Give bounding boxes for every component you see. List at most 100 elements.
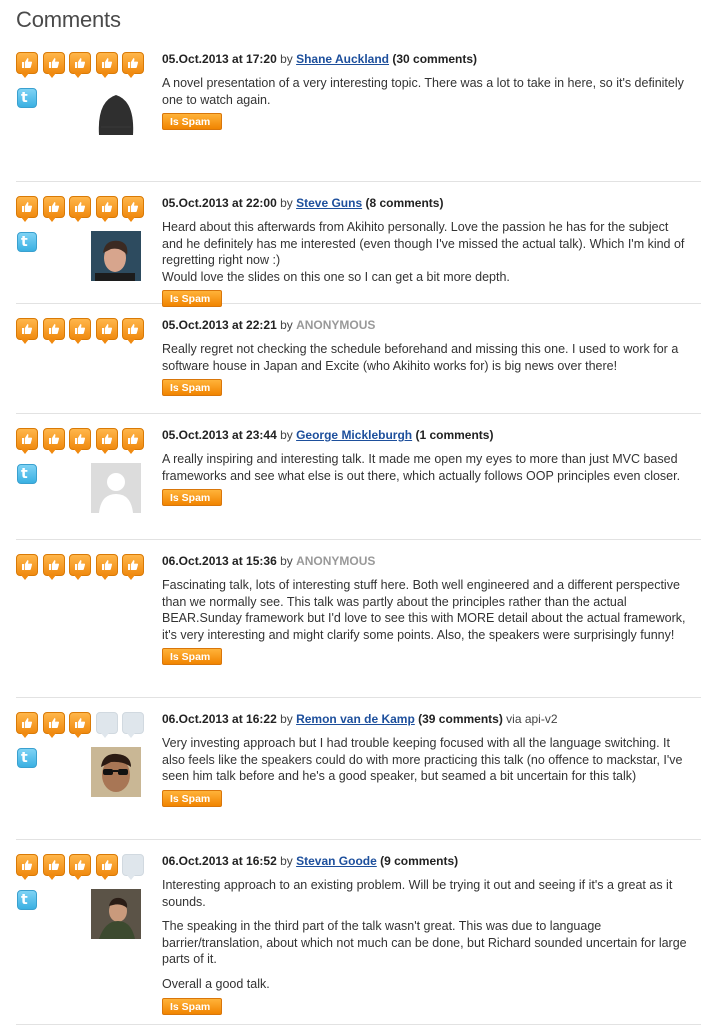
thumbs-up-icon bbox=[42, 52, 65, 78]
by-label: by bbox=[276, 52, 297, 66]
avatar bbox=[91, 747, 141, 797]
by-label: by bbox=[276, 196, 297, 210]
comment-meta: 05.Oct.2013 at 22:00 by Steve Guns (8 co… bbox=[162, 196, 687, 211]
comment-text: Really regret not checking the schedule … bbox=[162, 341, 687, 374]
comment-paragraph: Would love the slides on this one so I c… bbox=[162, 269, 510, 284]
author-link[interactable]: Shane Auckland bbox=[296, 52, 389, 66]
comment-date: 06.Oct.2013 at 16:22 bbox=[162, 712, 277, 726]
comment-count: (30 comments) bbox=[389, 52, 478, 66]
is-spam-button[interactable]: Is Spam bbox=[162, 997, 222, 1015]
comment-date: 05.Oct.2013 at 17:20 bbox=[162, 52, 277, 66]
comment-sidebar: t bbox=[16, 196, 162, 303]
comment-count: (39 comments) bbox=[414, 712, 503, 726]
thumbs-up-icon bbox=[42, 854, 65, 880]
thumbs-up-icon bbox=[122, 428, 144, 454]
thumbs-up-icon bbox=[69, 854, 91, 880]
avatar bbox=[91, 231, 141, 281]
comment-text: Heard about this afterwards from Akihito… bbox=[162, 219, 687, 285]
thumbs-up-icon bbox=[42, 554, 65, 580]
twitter-icon[interactable]: t bbox=[17, 232, 37, 252]
comment-meta: 06.Oct.2013 at 15:36 by ANONYMOUS bbox=[162, 554, 687, 569]
thumbs-up-icon bbox=[42, 428, 65, 454]
thumbs-up-icon bbox=[69, 428, 91, 454]
comment-item: 06.Oct.2013 at 15:36 by ANONYMOUS Fascina… bbox=[16, 540, 701, 698]
thumbs-up-icon bbox=[95, 854, 118, 880]
comment-paragraph: A really inspiring and interesting talk.… bbox=[162, 452, 681, 483]
thumbs-up-icon bbox=[69, 554, 91, 580]
comment-item: t 06.Oct.2013 at 16:22 by Remon van de Ka… bbox=[16, 698, 701, 840]
comment-meta: 05.Oct.2013 at 23:44 by George Micklebur… bbox=[162, 428, 687, 443]
thumbs-up-icon bbox=[122, 318, 144, 344]
thumbs-up-icon bbox=[16, 554, 38, 580]
comment-item: t 05.Oct.2013 at 22:00 by Steve Guns (8 c… bbox=[16, 182, 701, 308]
comment-date: 06.Oct.2013 at 15:36 bbox=[162, 554, 277, 568]
twitter-icon[interactable]: t bbox=[17, 748, 37, 768]
comment-paragraph: Heard about this afterwards from Akihito… bbox=[162, 220, 685, 268]
comment-paragraph: Very investing approach but I had troubl… bbox=[162, 736, 683, 784]
thumbs-up-icon bbox=[95, 196, 118, 222]
comment-sidebar bbox=[16, 318, 162, 413]
thumbs-up-icon bbox=[16, 428, 38, 454]
rating-stars bbox=[16, 854, 149, 880]
thumbs-up-icon bbox=[122, 196, 144, 222]
comment-text: Fascinating talk, lots of interesting st… bbox=[162, 577, 687, 643]
comment-meta: 06.Oct.2013 at 16:52 by Stevan Goode (9 … bbox=[162, 854, 687, 869]
thumbs-up-icon bbox=[16, 52, 38, 78]
thumbs-up-icon bbox=[95, 318, 118, 344]
author-anonymous: ANONYMOUS bbox=[296, 318, 376, 332]
twitter-icon[interactable]: t bbox=[17, 890, 37, 910]
thumbs-up-icon bbox=[69, 196, 91, 222]
comment-paragraph: Interesting approach to an existing prob… bbox=[162, 878, 673, 909]
author-anonymous: ANONYMOUS bbox=[296, 554, 376, 568]
is-spam-button[interactable]: Is Spam bbox=[162, 113, 222, 131]
rating-stars bbox=[16, 196, 149, 222]
rating-stars bbox=[16, 52, 149, 78]
thumbs-up-icon bbox=[16, 318, 38, 344]
thumbs-up-icon bbox=[16, 196, 38, 222]
comment-item: 05.Oct.2013 at 22:21 by ANONYMOUS Really … bbox=[16, 304, 701, 414]
comment-sidebar: t bbox=[16, 52, 162, 181]
thumbs-up-icon bbox=[95, 52, 118, 78]
comments-page: Comments t 05.Oct.2013 at 17:20 by Shane … bbox=[0, 0, 701, 1030]
comment-item: t 05.Oct.2013 at 17:20 by Shane Auckland … bbox=[16, 38, 701, 182]
author-link[interactable]: George Mickleburgh bbox=[296, 428, 412, 442]
is-spam-button[interactable]: Is Spam bbox=[162, 789, 222, 807]
comment-count: (8 comments) bbox=[362, 196, 444, 210]
comment-sidebar: t bbox=[16, 854, 162, 1024]
is-spam-button[interactable]: Is Spam bbox=[162, 489, 222, 507]
comment-body: 06.Oct.2013 at 16:52 by Stevan Goode (9 … bbox=[162, 854, 701, 1024]
comment-body: 06.Oct.2013 at 16:22 by Remon van de Kam… bbox=[162, 712, 701, 839]
is-spam-button[interactable]: Is Spam bbox=[162, 648, 222, 666]
thumbs-up-icon bbox=[122, 554, 144, 580]
via-label: via api-v2 bbox=[502, 712, 558, 726]
author-link[interactable]: Steve Guns bbox=[296, 196, 362, 210]
comment-body: 05.Oct.2013 at 17:20 by Shane Auckland (… bbox=[162, 52, 701, 181]
avatar bbox=[91, 87, 141, 137]
thumbs-up-icon bbox=[95, 428, 118, 454]
comment-sidebar: t bbox=[16, 712, 162, 839]
comment-body: 05.Oct.2013 at 22:00 by Steve Guns (8 co… bbox=[162, 196, 701, 308]
avatar bbox=[91, 889, 141, 939]
comment-text: Very investing approach but I had troubl… bbox=[162, 735, 687, 785]
author-link[interactable]: Remon van de Kamp bbox=[296, 712, 415, 726]
comment-sidebar bbox=[16, 554, 162, 697]
is-spam-button[interactable]: Is Spam bbox=[162, 379, 222, 397]
comment-paragraph: A novel presentation of a very interesti… bbox=[162, 76, 684, 107]
comment-text: A novel presentation of a very interesti… bbox=[162, 75, 687, 108]
comment-meta: 05.Oct.2013 at 22:21 by ANONYMOUS bbox=[162, 318, 687, 333]
rating-stars bbox=[16, 318, 149, 344]
twitter-icon[interactable]: t bbox=[17, 88, 37, 108]
rating-stars bbox=[16, 554, 149, 580]
by-label: by bbox=[276, 854, 297, 868]
comment-count: (1 comments) bbox=[412, 428, 494, 442]
comment-body: 06.Oct.2013 at 15:36 by ANONYMOUS Fascina… bbox=[162, 554, 701, 697]
twitter-icon[interactable]: t bbox=[17, 464, 37, 484]
thumbs-up-icon bbox=[95, 554, 118, 580]
by-label: by bbox=[276, 554, 297, 568]
comment-paragraph: Fascinating talk, lots of interesting st… bbox=[162, 578, 686, 642]
comment-count: (9 comments) bbox=[376, 854, 459, 868]
comment-paragraph: The speaking in the third part of the ta… bbox=[162, 919, 687, 967]
author-link[interactable]: Stevan Goode bbox=[296, 854, 377, 868]
thumbs-up-icon bbox=[69, 52, 91, 78]
comment-item: t 06.Oct.2013 at 16:52 by Stevan Goode (9… bbox=[16, 840, 701, 1025]
